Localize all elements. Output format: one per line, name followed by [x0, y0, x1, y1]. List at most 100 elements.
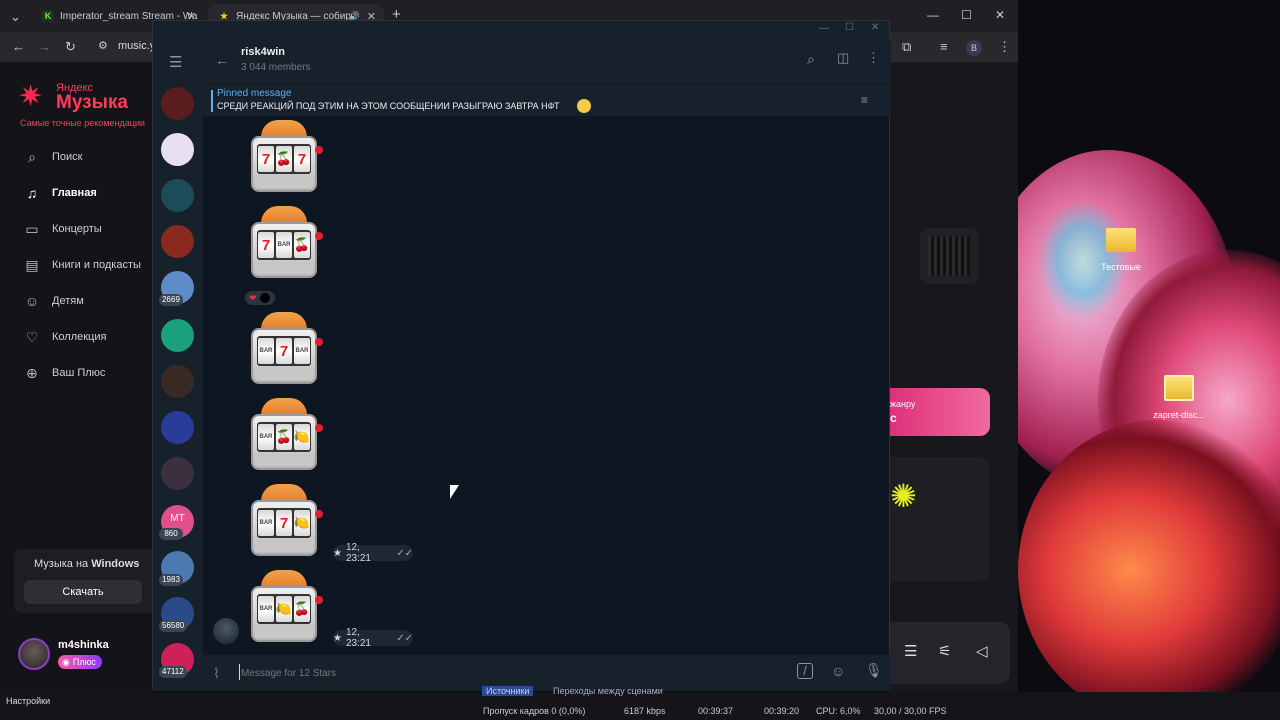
slot-lever-knob: [315, 510, 323, 518]
slot-reels: 7 🍒 7: [257, 144, 311, 174]
tagline: Самые точные рекомендации: [20, 118, 145, 128]
nav-label: Поиск: [52, 151, 83, 163]
queue-icon[interactable]: ☰: [904, 642, 917, 660]
kids-icon: ☺: [24, 293, 40, 309]
hamburger-menu-icon[interactable]: ☰: [169, 53, 182, 71]
site-info-icon[interactable]: ⚙: [98, 39, 108, 52]
profile-avatar[interactable]: B: [966, 40, 982, 56]
chat-title[interactable]: risk4win: [241, 46, 285, 58]
time-text: 12, 23:21: [345, 542, 371, 564]
slot-lever-knob: [315, 424, 323, 432]
slot-machine-sticker[interactable]: BAR 7 BAR: [249, 312, 323, 388]
reaction-chip[interactable]: ❤: [245, 291, 275, 305]
message-timestamp: ★ 12, 23:21 ✓✓: [333, 627, 413, 649]
bot-commands-icon[interactable]: /: [797, 663, 813, 679]
plus-badge[interactable]: ◉ Плюс: [58, 655, 102, 669]
album-art: [928, 236, 970, 276]
obs-sources-tab[interactable]: Источники: [482, 686, 534, 696]
slot-machine-sticker[interactable]: 7 BAR 🍒: [249, 206, 323, 282]
nav-concerts[interactable]: ▭ Концерты: [24, 219, 101, 239]
dropped-frames: Пропуск кадров 0 (0,0%): [483, 706, 586, 716]
nav-plus[interactable]: ⊕ Ваш Плюс: [24, 363, 105, 383]
maximize-icon[interactable]: ☐: [961, 8, 972, 22]
nav-search[interactable]: ⌕ Поиск: [24, 147, 82, 167]
double-check-icon: ✓✓: [396, 632, 413, 644]
message-list: 7 🍒 7 7 BAR 🍒 BAR 7 BAR BAR 🍒 🍋 BAR 7 🍋 BAR 🍋 🍒 ❤ ★ 12, 23:2…: [153, 116, 889, 655]
heart-reaction-icon: ❤: [249, 292, 257, 303]
extensions-icon[interactable]: ⧉: [902, 39, 911, 55]
search-icon[interactable]: ⌕: [807, 51, 815, 68]
slot-machine-sticker[interactable]: BAR 7 🍋: [249, 484, 323, 560]
user-avatar[interactable]: [18, 638, 50, 670]
forward-arrow-icon[interactable]: →: [38, 39, 51, 54]
book-icon: ▤: [25, 256, 39, 273]
download-button[interactable]: Скачать: [24, 580, 142, 604]
reload-icon[interactable]: ↻: [65, 39, 76, 55]
pinned-message-bar[interactable]: Pinned message СРЕДИ РЕАКЦИЙ ПОД ЭТИМ НА…: [203, 84, 891, 116]
minimize-icon[interactable]: —: [819, 23, 829, 34]
obs-transitions-tab[interactable]: Переходы между сценами: [553, 686, 663, 696]
album-cover[interactable]: [920, 228, 978, 284]
search-icon: ⌕: [28, 148, 36, 165]
slot-lever-knob: [315, 596, 323, 604]
back-arrow-icon[interactable]: ←: [12, 39, 25, 54]
fps: 30,00 / 30,00 FPS: [874, 706, 947, 716]
message-timestamp: ★ 12, 23:21 ✓✓: [333, 542, 413, 564]
nav-kids[interactable]: ☺ Детям: [24, 291, 84, 311]
kebab-menu-icon[interactable]: ⋮: [998, 39, 1011, 55]
attach-paperclip-icon[interactable]: ⌇: [213, 665, 220, 682]
plus-logo-icon: ◉: [62, 656, 70, 667]
folder-icon[interactable]: [1106, 228, 1136, 252]
slot-base: [255, 456, 313, 466]
slot-reels: BAR 🍋 🍒: [257, 594, 311, 624]
slot-base: [255, 178, 313, 188]
nav-label: Детям: [52, 295, 84, 307]
slot-machine-sticker[interactable]: BAR 🍒 🍋: [249, 398, 323, 474]
kebab-menu-icon[interactable]: ⋮: [867, 50, 880, 66]
slot-machine-sticker[interactable]: 7 🍒 7: [249, 120, 323, 196]
record-time: 00:39:20: [764, 706, 800, 716]
telegram-window: — ☐ ✕ ☰ 2669 MT 860 1983 56580 47112 ← risk4w…: [152, 20, 891, 691]
nav-home[interactable]: ♫ Главная: [24, 183, 97, 203]
settings-label[interactable]: Настройки: [6, 696, 50, 706]
pinned-accent-bar: [211, 90, 213, 112]
close-window-icon[interactable]: ✕: [995, 8, 1005, 22]
sender-avatar[interactable]: [213, 618, 239, 644]
media-icon[interactable]: ≡: [940, 39, 948, 54]
promo-line-1: жанру: [890, 399, 916, 409]
minimize-icon[interactable]: —: [927, 8, 939, 22]
wallpaper-swirl: [1038, 200, 1128, 320]
zip-folder-icon[interactable]: [1164, 375, 1194, 401]
close-window-icon[interactable]: ✕: [871, 22, 879, 33]
nav-label: Книги и подкасты: [52, 259, 141, 271]
genre-promo-card[interactable]: жанру с: [890, 388, 990, 436]
chat-header: ← risk4win 3 044 members ⌕ ◫ ⋮: [203, 39, 891, 84]
tab-list-chevron-icon[interactable]: ⌄: [10, 9, 21, 25]
bitrate: 6187 kbps: [624, 706, 666, 716]
double-check-icon: ✓✓: [396, 547, 413, 559]
emoji-picker-icon[interactable]: ☺: [831, 663, 845, 679]
promo-text-a: Музыка на: [34, 558, 89, 570]
unread-badge: 47112: [159, 666, 187, 678]
microphone-icon[interactable]: 🎙: [865, 662, 883, 679]
nav-collection[interactable]: ♡ Коллекция: [24, 327, 107, 347]
sidebar-toggle-icon[interactable]: ◫: [837, 50, 849, 66]
message-composer: ⌇ / ☺ 🎙: [203, 655, 891, 691]
pinned-list-icon[interactable]: ≡: [861, 93, 868, 107]
address-bar[interactable]: music.y: [118, 40, 155, 52]
slot-machine-sticker[interactable]: BAR 🍋 🍒: [249, 570, 323, 646]
equalizer-icon[interactable]: ⚟: [938, 642, 951, 660]
time-text: 12, 23:21: [345, 627, 371, 649]
vibe-card[interactable]: ✺: [890, 457, 990, 581]
slot-reels: 7 BAR 🍒: [257, 230, 311, 260]
promo-line-2: с: [890, 411, 897, 425]
message-input[interactable]: [241, 663, 761, 683]
yandex-music-logo-icon: ✷: [18, 80, 44, 113]
volume-icon[interactable]: ◁: [976, 642, 988, 660]
logo-text-big: Музыка: [56, 92, 128, 113]
back-arrow-icon[interactable]: ←: [215, 52, 229, 68]
stream-time: 00:39:37: [698, 706, 734, 716]
nav-books-podcasts[interactable]: ▤ Книги и подкасты: [24, 255, 141, 275]
maximize-icon[interactable]: ☐: [845, 22, 854, 33]
slot-base: [255, 542, 313, 552]
